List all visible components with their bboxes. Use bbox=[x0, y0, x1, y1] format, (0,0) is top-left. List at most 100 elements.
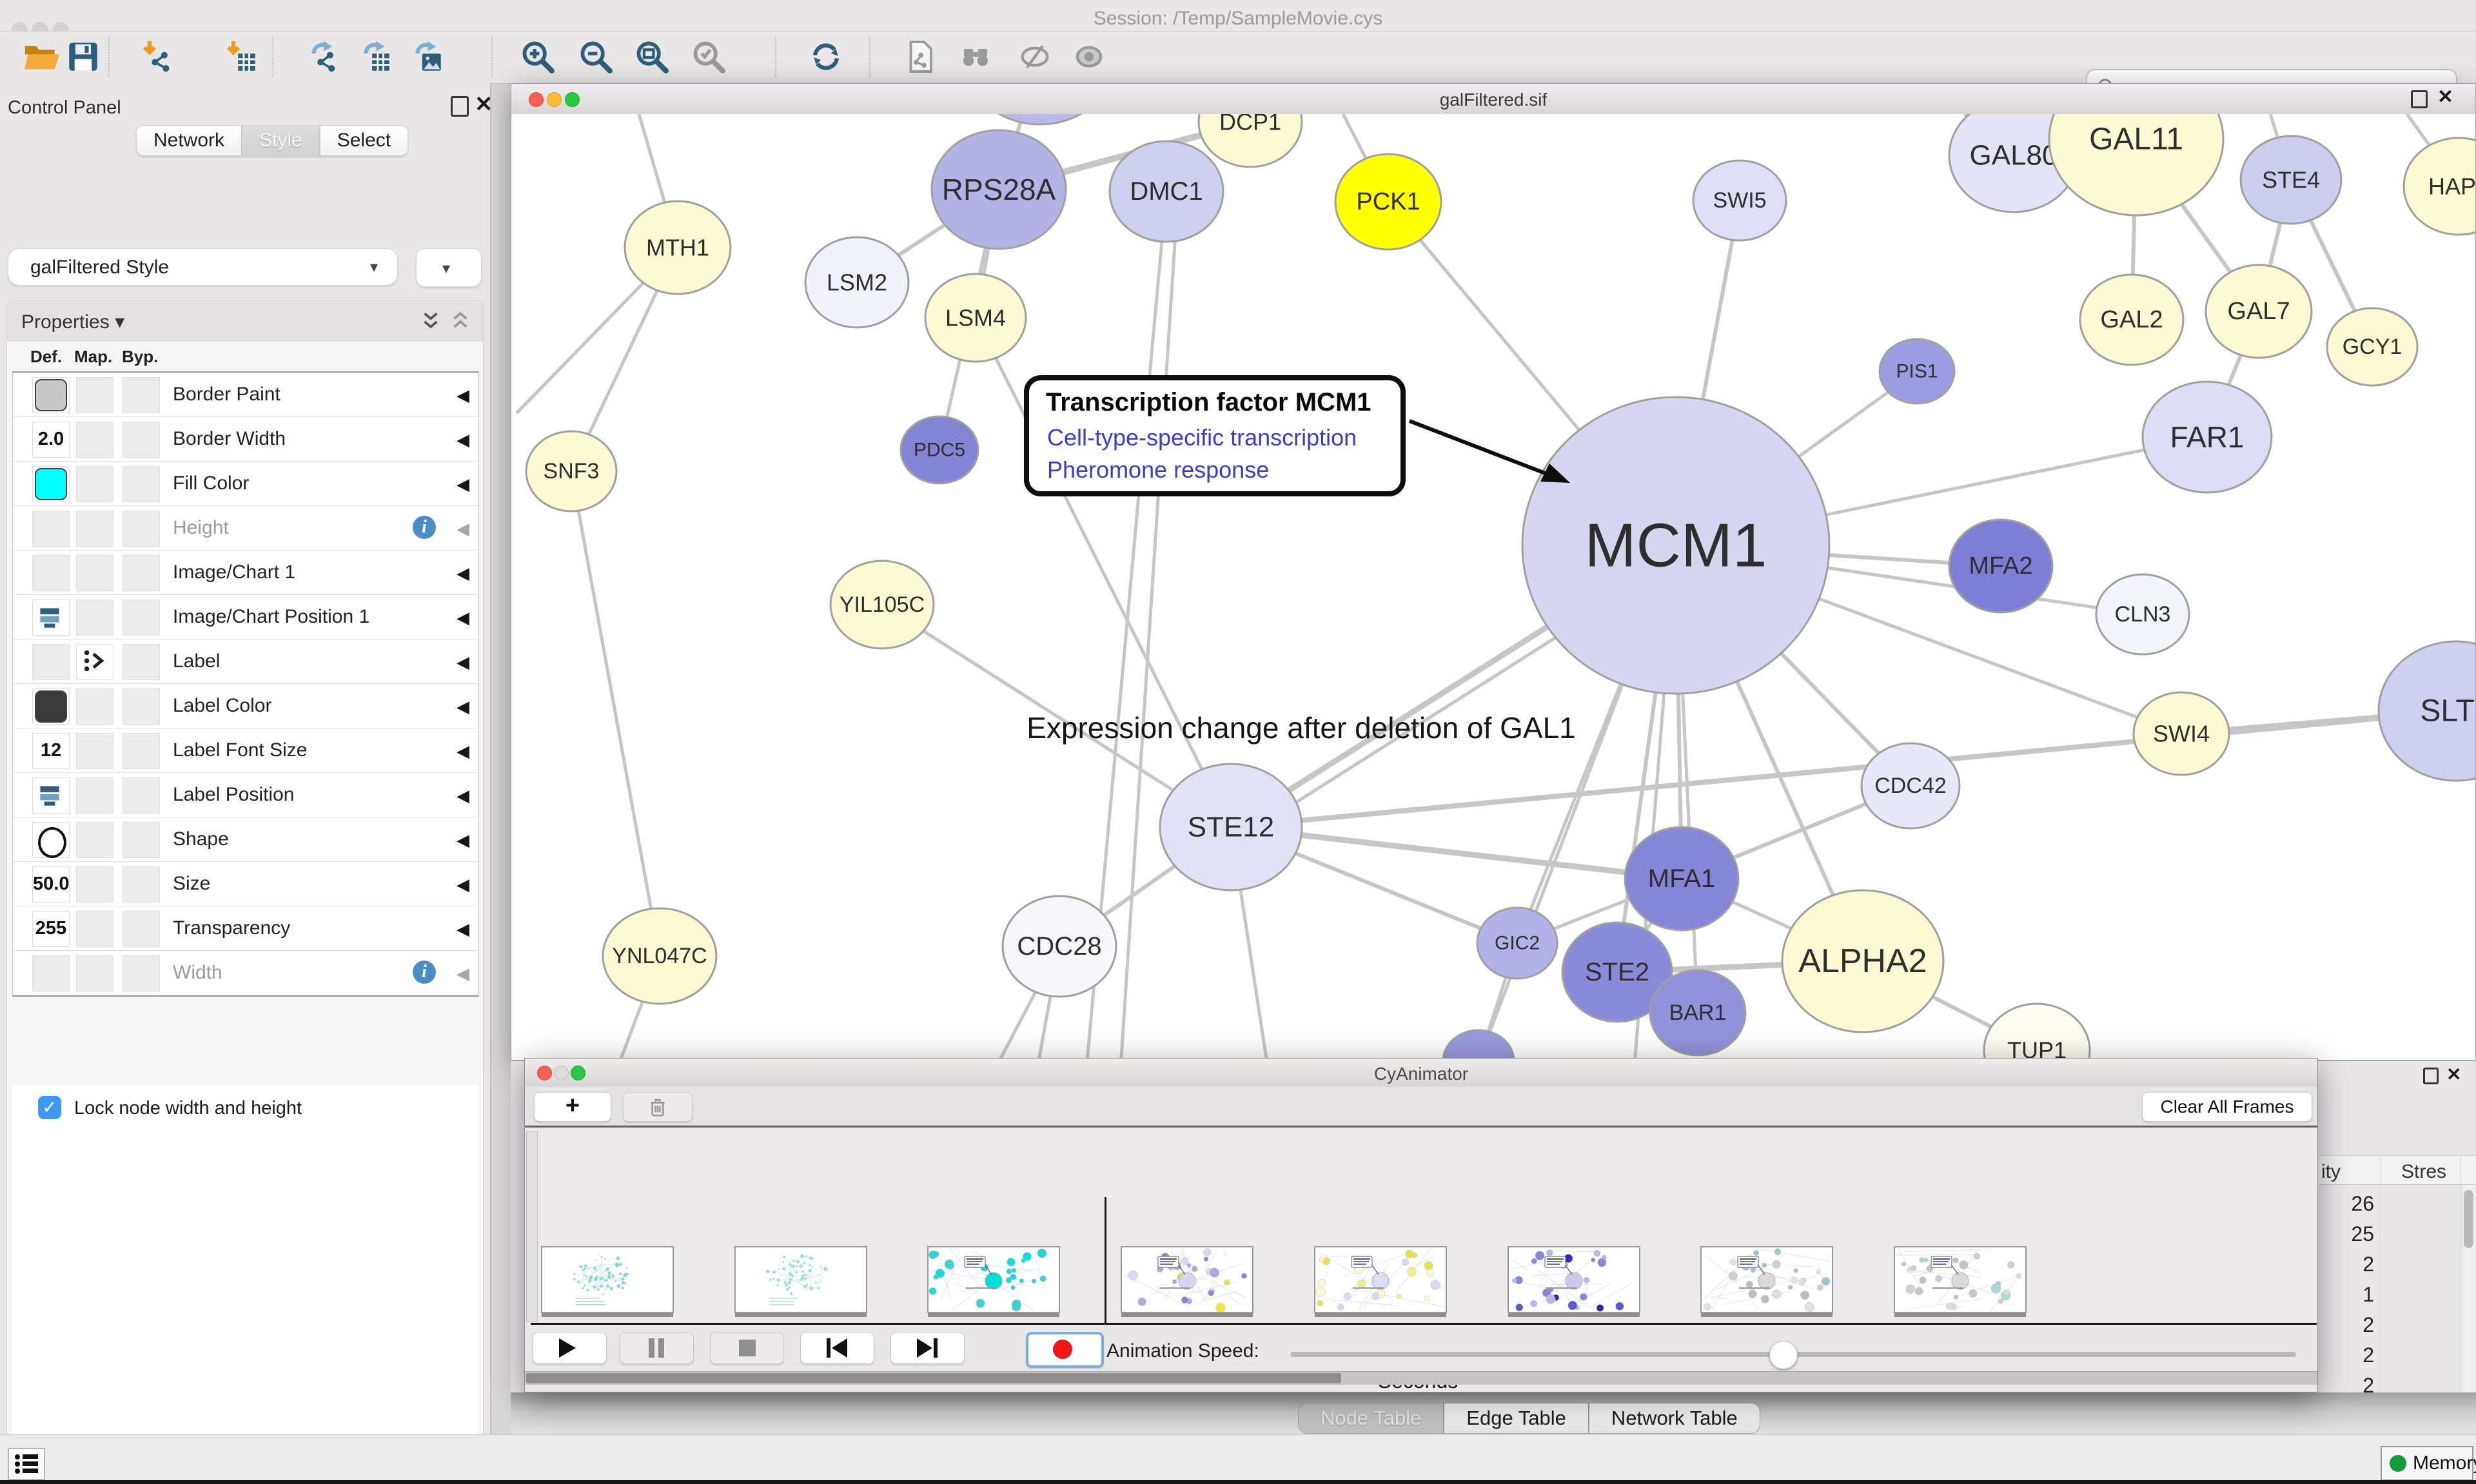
property-cell[interactable] bbox=[32, 822, 70, 858]
property-cell[interactable] bbox=[32, 466, 70, 502]
expand-row-icon[interactable]: ◀ bbox=[457, 563, 469, 583]
table-column-stress[interactable]: Stres bbox=[2401, 1161, 2446, 1183]
close-window-icon[interactable]: ✕ bbox=[2437, 89, 2453, 106]
find-binoculars-icon[interactable] bbox=[957, 38, 994, 75]
property-row-border-paint[interactable]: Border Paint◀ bbox=[13, 373, 478, 417]
property-cell[interactable] bbox=[32, 600, 70, 636]
expand-row-icon[interactable]: ◀ bbox=[457, 786, 469, 806]
property-row-size[interactable]: 50.0Size◀ bbox=[13, 862, 478, 906]
frame-thumbnail-1s[interactable] bbox=[734, 1246, 867, 1313]
property-cell[interactable] bbox=[123, 733, 160, 769]
property-row-shape[interactable]: Shape◀ bbox=[13, 817, 478, 862]
property-cell[interactable] bbox=[123, 777, 160, 814]
property-cell[interactable] bbox=[123, 555, 160, 591]
info-icon[interactable]: i bbox=[413, 961, 436, 984]
table-column-ity[interactable]: ity bbox=[2321, 1161, 2341, 1183]
export-table-icon[interactable] bbox=[357, 38, 394, 75]
frame-thumbnail-2s[interactable] bbox=[927, 1246, 1060, 1313]
stop-button[interactable] bbox=[710, 1332, 784, 1364]
property-row-label-color[interactable]: Label Color◀ bbox=[13, 684, 478, 728]
property-cell[interactable] bbox=[32, 511, 70, 547]
property-cell[interactable] bbox=[76, 511, 113, 547]
property-row-image-chart-position-1[interactable]: Image/Chart Position 1◀ bbox=[13, 595, 478, 639]
expand-row-icon[interactable]: ◀ bbox=[457, 430, 469, 450]
tab-network-table[interactable]: Network Table bbox=[1589, 1403, 1760, 1434]
tab-network[interactable]: Network bbox=[136, 125, 242, 156]
property-row-label-font-size[interactable]: 12Label Font Size◀ bbox=[13, 728, 478, 773]
property-cell[interactable] bbox=[76, 644, 113, 680]
open-folder-icon[interactable] bbox=[22, 38, 59, 75]
property-cell[interactable] bbox=[76, 600, 113, 636]
property-cell[interactable] bbox=[76, 911, 113, 947]
annotation-box[interactable]: Transcription factor MCM1 Cell-type-spec… bbox=[1024, 375, 1406, 496]
network-node-RPS28B[interactable] bbox=[964, 114, 1116, 124]
timeline-playhead[interactable] bbox=[1105, 1197, 1106, 1326]
tab-style[interactable]: Style bbox=[242, 125, 320, 156]
tab-edge-table[interactable]: Edge Table bbox=[1444, 1403, 1589, 1434]
expand-row-icon[interactable]: ◀ bbox=[457, 652, 469, 672]
import-network-icon[interactable] bbox=[139, 38, 176, 75]
property-cell[interactable] bbox=[32, 377, 70, 413]
float-panel-icon[interactable] bbox=[451, 96, 469, 117]
property-cell[interactable]: 2.0 bbox=[32, 422, 70, 458]
property-cell[interactable] bbox=[123, 955, 160, 991]
annotation-link-1[interactable]: Cell-type-specific transcription bbox=[1047, 424, 1357, 451]
frame-thumbnail-5s[interactable] bbox=[1508, 1246, 1640, 1313]
properties-header[interactable]: Properties ▾ bbox=[7, 300, 483, 342]
property-cell[interactable]: 255 bbox=[32, 911, 70, 947]
expand-row-icon[interactable]: ◀ bbox=[457, 697, 469, 717]
pause-button[interactable] bbox=[620, 1332, 694, 1364]
tab-select[interactable]: Select bbox=[320, 125, 408, 156]
expand-row-icon[interactable]: ◀ bbox=[457, 608, 469, 628]
property-cell[interactable] bbox=[32, 777, 70, 814]
property-cell[interactable] bbox=[76, 777, 113, 814]
property-cell[interactable] bbox=[32, 955, 70, 991]
slider-thumb[interactable] bbox=[1769, 1341, 1798, 1369]
delete-frame-button[interactable] bbox=[623, 1092, 693, 1122]
property-cell[interactable] bbox=[76, 733, 113, 769]
property-cell[interactable] bbox=[123, 644, 160, 680]
skip-to-end-button[interactable] bbox=[890, 1332, 965, 1364]
clear-all-frames-button[interactable]: Clear All Frames bbox=[2142, 1092, 2312, 1122]
property-row-label-position[interactable]: Label Position◀ bbox=[13, 773, 478, 817]
info-icon[interactable]: i bbox=[413, 516, 436, 539]
annotation-link-2[interactable]: Pheromone response bbox=[1047, 456, 1269, 483]
frame-thumbnail-7s[interactable] bbox=[1894, 1246, 2027, 1313]
frame-thumbnail-4s[interactable] bbox=[1314, 1246, 1447, 1313]
property-row-image-chart-1[interactable]: Image/Chart 1◀ bbox=[13, 551, 478, 595]
animation-speed-slider[interactable] bbox=[1290, 1352, 2296, 1357]
property-cell[interactable] bbox=[123, 911, 160, 947]
property-row-fill-color[interactable]: Fill Color◀ bbox=[13, 462, 478, 506]
property-cell[interactable] bbox=[76, 688, 113, 725]
property-row-border-width[interactable]: 2.0Border Width◀ bbox=[13, 417, 478, 462]
frame-thumbnail-6s[interactable] bbox=[1700, 1246, 1833, 1313]
network-node-unlabeled[interactable] bbox=[1443, 1030, 1514, 1060]
scrollbar-thumb[interactable] bbox=[526, 1373, 1341, 1383]
property-cell[interactable]: 12 bbox=[32, 733, 70, 769]
property-cell[interactable] bbox=[123, 511, 160, 547]
show-eye-icon[interactable] bbox=[1070, 38, 1108, 75]
cyanimator-titlebar[interactable]: CyAnimator bbox=[525, 1059, 2317, 1088]
memory-button[interactable]: Memory bbox=[2381, 1446, 2473, 1481]
network-file-icon[interactable] bbox=[901, 38, 939, 75]
property-row-width[interactable]: Widthi◀ bbox=[13, 951, 478, 995]
save-icon[interactable] bbox=[64, 38, 102, 75]
property-cell[interactable] bbox=[123, 377, 160, 413]
property-row-transparency[interactable]: 255Transparency◀ bbox=[13, 906, 478, 951]
expand-row-icon[interactable]: ◀ bbox=[457, 875, 469, 895]
property-cell[interactable] bbox=[76, 955, 113, 991]
close-table-panel-icon[interactable]: ✕ bbox=[2446, 1066, 2461, 1083]
export-network-icon[interactable] bbox=[304, 38, 342, 75]
zoom-out-icon[interactable] bbox=[577, 38, 614, 75]
property-cell[interactable] bbox=[123, 866, 160, 903]
text-annotation[interactable]: Expression change after deletion of GAL1 bbox=[895, 710, 1707, 745]
task-list-button[interactable] bbox=[8, 1448, 45, 1480]
expand-row-icon[interactable]: ◀ bbox=[457, 964, 469, 984]
import-table-icon[interactable] bbox=[222, 38, 260, 75]
property-cell[interactable] bbox=[32, 555, 70, 591]
record-button[interactable] bbox=[1026, 1332, 1104, 1368]
property-cell[interactable] bbox=[76, 377, 113, 413]
network-canvas[interactable]: RPS28BMTH1DCP1RPS28ADMC1PCK1LSM2LSM4SWI5… bbox=[511, 114, 2475, 1060]
zoom-selected-icon[interactable] bbox=[690, 38, 727, 75]
close-panel-icon[interactable]: ✕ bbox=[475, 96, 493, 113]
